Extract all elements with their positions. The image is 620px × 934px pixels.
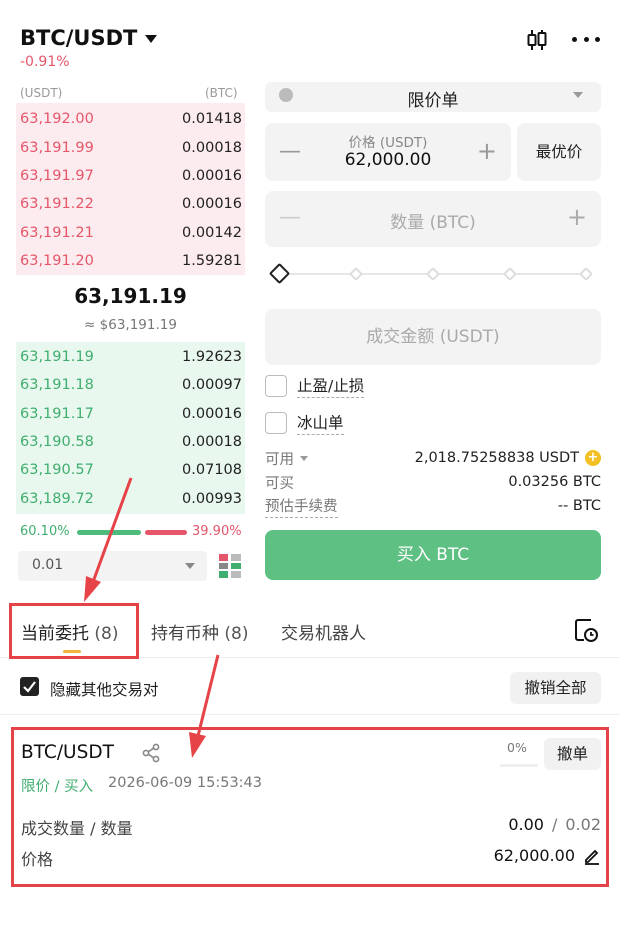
tab-trading-bots[interactable]: 交易机器人 xyxy=(281,619,366,644)
tpsl-checkbox[interactable] xyxy=(265,375,287,397)
orderbook-qty-unit: (BTC) xyxy=(205,86,238,100)
price-value: 62,000.00 xyxy=(344,150,432,170)
slider-step-100[interactable] xyxy=(578,266,594,282)
can-buy-row: 可买 0.03256 BTC xyxy=(265,472,601,492)
order-history-icon[interactable] xyxy=(573,617,599,643)
ask-row[interactable]: 63,191.22 0.00016 xyxy=(20,189,242,218)
order-type-value: 限价单 xyxy=(407,91,459,111)
bid-row[interactable]: 63,191.18 0.00097 xyxy=(20,370,242,399)
slider-step-50[interactable] xyxy=(425,266,441,282)
price-input[interactable]: — 价格 (USDT) 62,000.00 + xyxy=(265,123,511,181)
ask-row[interactable]: 63,192.00 0.01418 xyxy=(20,104,242,133)
deposit-plus-icon[interactable]: + xyxy=(585,450,601,466)
bid-row[interactable]: 63,191.19 1.92623 xyxy=(20,342,242,371)
can-buy-label: 可买 xyxy=(265,475,294,492)
filter-divider xyxy=(0,714,620,715)
hide-other-pairs-label[interactable]: 隐藏其他交易对 xyxy=(50,678,159,700)
available-value: 2,018.75258838 USDT xyxy=(414,450,579,466)
tpsl-checkbox-row[interactable]: 止盈/止损 xyxy=(265,374,365,398)
orderbook-price-unit: (USDT) xyxy=(20,86,63,100)
last-price-fiat: ≈ $63,191.19 xyxy=(84,317,177,333)
fee-label: 预估手续费 xyxy=(265,495,338,518)
available-label: 可用 xyxy=(265,451,294,468)
quantity-placeholder: 数量 (BTC) xyxy=(390,213,476,233)
price-label: 价格 (USDT) xyxy=(348,135,428,151)
bid-row[interactable]: 63,190.58 0.00018 xyxy=(20,427,242,456)
cancel-all-button[interactable]: 撤销全部 xyxy=(510,672,601,704)
hide-other-pairs-checkbox[interactable] xyxy=(20,677,39,696)
price-change: -0.91% xyxy=(20,54,70,70)
tab-holdings[interactable]: 持有币种 (8) xyxy=(151,619,249,644)
last-price[interactable]: 63,191.19 xyxy=(16,284,245,308)
iceberg-checkbox[interactable] xyxy=(265,412,287,434)
chevron-down-icon xyxy=(573,92,583,98)
fee-value: -- BTC xyxy=(557,498,601,514)
available-row: 可用 2,018.75258838 USDT + xyxy=(265,448,601,468)
buy-ratio: 60.10% xyxy=(20,524,70,539)
bid-row[interactable]: 63,190.57 0.07108 xyxy=(20,455,242,484)
slider-step-75[interactable] xyxy=(502,266,518,282)
pair-title: BTC/USDT xyxy=(20,26,138,50)
tpsl-label: 止盈/止损 xyxy=(297,374,365,398)
buy-ratio-bar xyxy=(77,530,141,535)
sell-ratio: 39.90% xyxy=(192,524,242,539)
pair-selector[interactable]: BTC/USDT xyxy=(20,26,158,50)
depth-precision-value: 0.01 xyxy=(32,557,64,573)
total-amount-input[interactable]: 成交金额 (USDT) xyxy=(265,309,601,365)
bid-row[interactable]: 63,191.17 0.00016 xyxy=(20,399,242,428)
highlight-box-open-orders-tab xyxy=(9,603,139,659)
chevron-down-icon xyxy=(185,563,195,569)
more-icon[interactable] xyxy=(572,30,600,48)
ask-row[interactable]: 63,191.20 1.59281 xyxy=(20,246,242,275)
orderbook-layout-icon[interactable] xyxy=(218,553,242,579)
sell-ratio-bar xyxy=(145,530,187,535)
buy-button[interactable]: 买入 BTC xyxy=(265,530,601,580)
chevron-down-icon[interactable] xyxy=(300,455,308,461)
order-type-select[interactable]: 限价单 xyxy=(265,82,601,112)
highlight-box-open-order xyxy=(11,727,609,887)
ask-row[interactable]: 63,191.97 0.00016 xyxy=(20,161,242,190)
can-buy-value: 0.03256 BTC xyxy=(508,474,601,490)
fee-row: 预估手续费 -- BTC xyxy=(265,495,601,518)
plus-icon[interactable]: + xyxy=(477,137,497,165)
slider-step-25[interactable] xyxy=(348,266,364,282)
iceberg-checkbox-row[interactable]: 冰山单 xyxy=(265,411,344,435)
ask-row[interactable]: 63,191.21 0.00142 xyxy=(20,218,242,247)
chevron-down-icon xyxy=(145,35,158,43)
quantity-input[interactable]: — 数量 (BTC) + xyxy=(265,191,601,247)
iceberg-label: 冰山单 xyxy=(297,411,344,435)
candlestick-chart-icon[interactable] xyxy=(525,28,549,52)
best-price-button[interactable]: 最优价 xyxy=(517,123,601,181)
ask-row[interactable]: 63,191.99 0.00018 xyxy=(20,133,242,162)
slider-handle[interactable] xyxy=(268,262,291,285)
plus-icon[interactable]: + xyxy=(567,203,587,231)
bid-row[interactable]: 63,189.72 0.00993 xyxy=(20,484,242,513)
depth-precision-select[interactable]: 0.01 xyxy=(18,551,207,581)
